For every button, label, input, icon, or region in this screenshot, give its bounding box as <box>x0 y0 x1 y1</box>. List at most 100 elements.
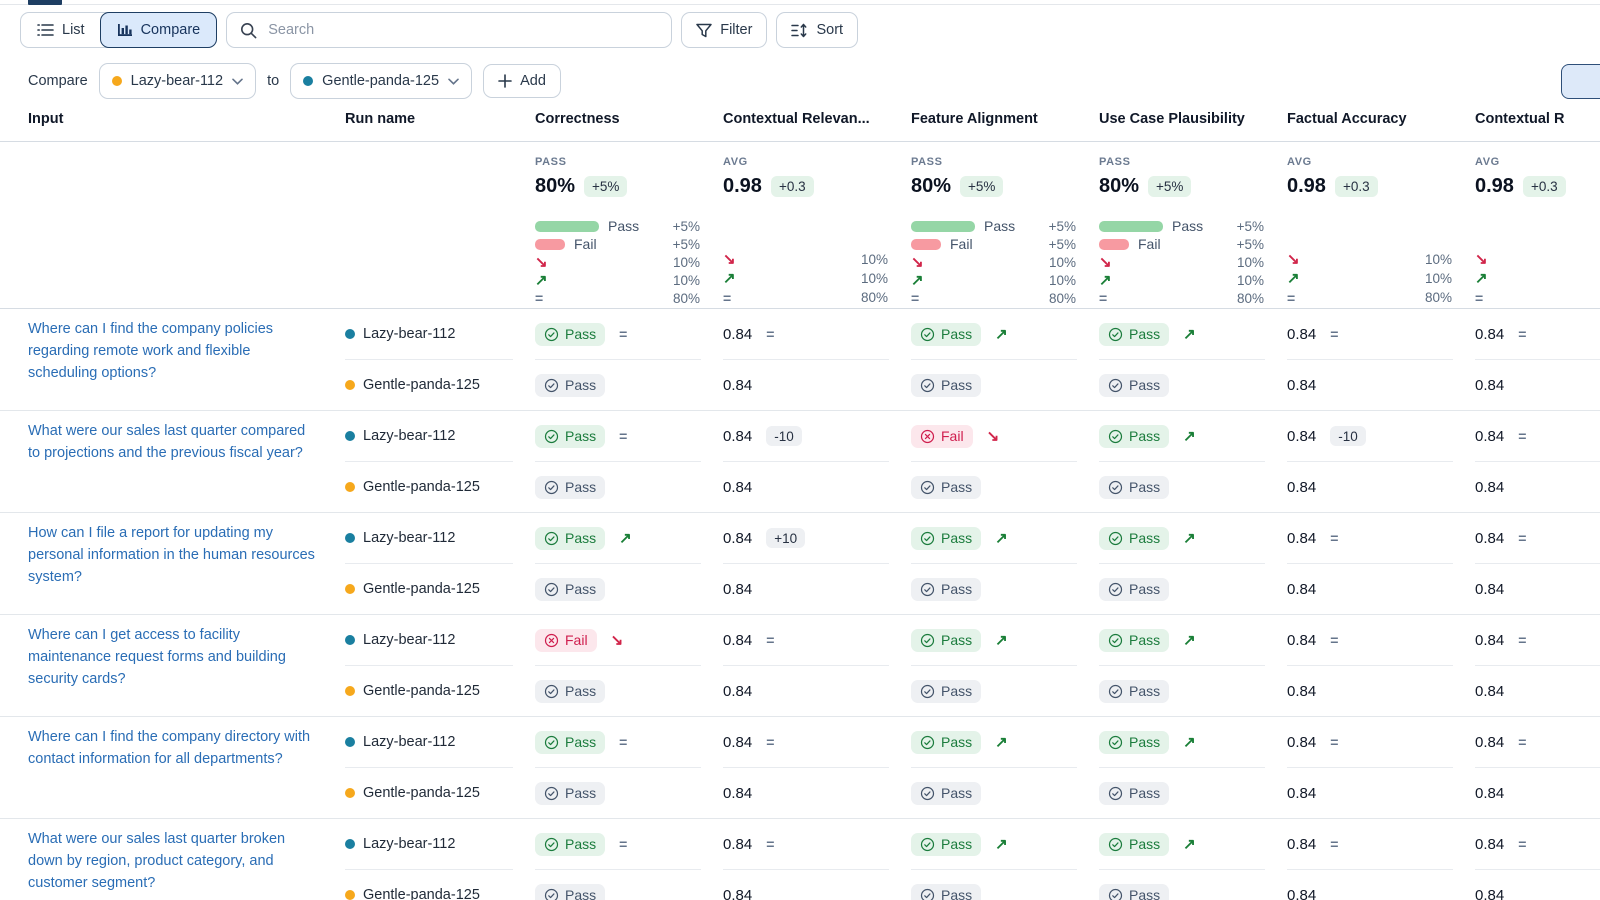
stat-cell-factual_accuracy: 0.84=0.84 <box>1287 819 1475 900</box>
stat-entry: 0.84 <box>723 581 752 598</box>
add-run-button[interactable]: Add <box>483 64 561 98</box>
equal-icon: = <box>766 633 774 647</box>
legend-value: +5% <box>1237 237 1264 252</box>
view-toggle-group: List Compare <box>20 12 217 48</box>
equal-icon: = <box>1330 327 1338 341</box>
compare-view-button[interactable]: Compare <box>100 12 218 48</box>
legend-value: 10% <box>1049 255 1076 270</box>
trend-down-icon: ↘ <box>1475 252 1488 267</box>
input-question-link[interactable]: Where can I get access to facility maint… <box>0 615 345 716</box>
score-value: 0.84 <box>1287 530 1316 547</box>
input-question-link[interactable]: What were our sales last quarter compare… <box>0 411 345 512</box>
badge-label: Pass <box>941 785 972 801</box>
stat-entry: 0.84= <box>1475 428 1526 445</box>
badge-label: Pass <box>1129 428 1160 444</box>
table-row: What were our sales last quarter broken … <box>0 818 1600 900</box>
pass-badge: Pass <box>1099 782 1169 805</box>
stat-entry: 0.84 <box>1475 785 1504 802</box>
run-color-dot <box>112 76 122 86</box>
stat-cell-correctness: Pass=Pass <box>535 819 723 900</box>
compare-bar: Compare Lazy-bear-112 to Gentle-panda-12… <box>28 64 561 98</box>
table-row: Where can I get access to facility maint… <box>0 614 1600 716</box>
check-circle-icon <box>1108 888 1123 900</box>
run-name-label: Gentle-panda-125 <box>363 377 480 393</box>
stat-subrow: 0.84 <box>723 462 911 512</box>
input-question-link[interactable]: How can I file a report for updating my … <box>0 513 345 614</box>
run-name-subrow: Lazy-bear-112 <box>345 717 513 768</box>
pass-badge: Pass <box>911 833 981 856</box>
stat-subrow: Pass↗ <box>911 819 1077 870</box>
pass-badge: Pass <box>911 527 981 550</box>
stat-entry: 0.84 <box>1287 683 1316 700</box>
chevron-down-icon <box>232 78 243 85</box>
summary-value: 0.98 <box>723 175 762 198</box>
stat-entry: 0.84 <box>1287 887 1316 900</box>
trend-up-icon: ↗ <box>723 271 736 286</box>
legend-row: Pass+5% <box>911 217 1076 235</box>
trend-up-icon: ↗ <box>1183 531 1196 546</box>
stat-cell-use_case_plausibility: Pass↗Pass <box>1099 411 1287 512</box>
badge-label: Pass <box>565 683 596 699</box>
score-value: 0.84 <box>1287 785 1316 802</box>
score-delta-badge: -10 <box>1330 426 1366 446</box>
legend-row: ↘10% <box>911 253 1076 271</box>
stat-cell-contextual_relevancy: 0.84=0.84 <box>723 309 911 410</box>
legend-row: ↘10% <box>1099 253 1264 271</box>
stat-cell-contextual_relevancy: 0.84=0.84 <box>723 819 911 900</box>
column-header-feature-alignment: Feature Alignment <box>911 111 1099 141</box>
summary-metric-label: AVG <box>1287 156 1452 168</box>
trend-up-icon: ↗ <box>1183 633 1196 648</box>
pass-badge: Pass <box>1099 680 1169 703</box>
score-value: 0.84 <box>1287 887 1316 900</box>
stat-cell-contextual_recall: 0.84=0.84 <box>1475 513 1600 614</box>
input-question-link[interactable]: What were our sales last quarter broken … <box>0 819 345 900</box>
stat-subrow: Pass <box>535 564 723 614</box>
check-circle-icon <box>544 582 559 597</box>
pass-badge: Pass <box>911 476 981 499</box>
input-question-link[interactable]: Where can I find the company directory w… <box>0 717 345 818</box>
score-value: 0.84 <box>723 377 752 394</box>
list-view-label: List <box>62 22 85 38</box>
badge-label: Pass <box>1129 836 1160 852</box>
badge-label: Pass <box>565 377 596 393</box>
stat-subrow: 0.84 <box>1475 768 1600 818</box>
comparison-run-selector[interactable]: Gentle-panda-125 <box>290 63 472 99</box>
sort-button[interactable]: Sort <box>776 12 858 48</box>
pass-badge: Pass <box>1099 476 1169 499</box>
check-circle-icon <box>920 786 935 801</box>
stat-entry: Pass <box>535 680 605 703</box>
run-color-dot <box>345 380 355 390</box>
input-question-link[interactable]: Where can I find the company policies re… <box>0 309 345 410</box>
list-view-button[interactable]: List <box>21 13 101 47</box>
pass-badge: Pass <box>1099 731 1169 754</box>
stat-subrow: 0.84= <box>723 717 889 768</box>
score-value: 0.84 <box>1475 836 1504 853</box>
stat-subrow: 0.84 <box>1287 870 1475 900</box>
search-box[interactable] <box>226 12 672 48</box>
baseline-run-selector[interactable]: Lazy-bear-112 <box>99 63 256 99</box>
summary-cell-contextual_recall: AVG0.98+0.3↘10%↗10%=80% <box>1475 142 1600 312</box>
legend-row: ↘10% <box>1287 250 1452 269</box>
summary-legend: ↘10%↗10%=80% <box>1287 214 1452 312</box>
equal-icon: = <box>1099 291 1107 305</box>
stat-entry: Pass↗ <box>1099 629 1196 652</box>
badge-label: Pass <box>1129 581 1160 597</box>
badge-label: Fail <box>941 428 964 444</box>
search-input[interactable] <box>266 21 658 39</box>
stat-cell-feature_alignment: Pass↗Pass <box>911 513 1099 614</box>
stat-cell-contextual_recall: 0.84=0.84 <box>1475 819 1600 900</box>
pass-badge: Pass <box>1099 425 1169 448</box>
badge-label: Pass <box>941 530 972 546</box>
stat-entry: 0.84 <box>1475 581 1504 598</box>
equal-icon: = <box>619 837 627 851</box>
equal-icon: = <box>619 429 627 443</box>
stat-subrow: Pass <box>535 768 723 818</box>
run-name-label: Gentle-panda-125 <box>363 887 480 900</box>
check-circle-icon <box>544 378 559 393</box>
check-circle-icon <box>1108 429 1123 444</box>
filter-button[interactable]: Filter <box>681 12 767 48</box>
summary-value-row: 80%+5% <box>911 175 1076 198</box>
scroll-columns-button[interactable] <box>1561 64 1600 99</box>
run-color-dot <box>345 890 355 900</box>
stat-subrow: 0.84= <box>1475 717 1600 768</box>
